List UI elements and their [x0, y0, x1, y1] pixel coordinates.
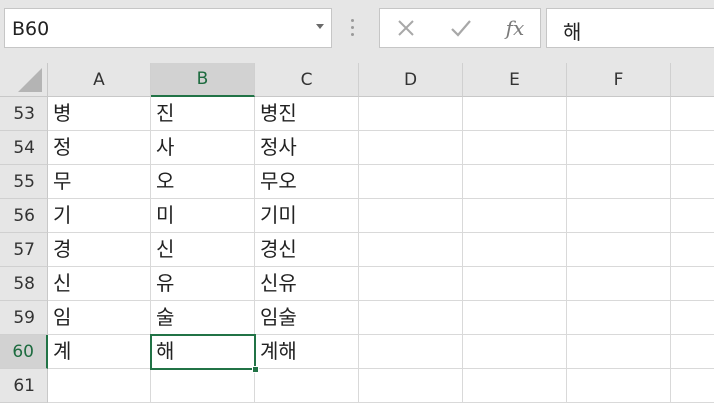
cell-b55[interactable]: 오	[151, 165, 255, 199]
row-header-56[interactable]: 56	[0, 199, 48, 233]
formula-bar-area: B60 fx 해	[0, 0, 714, 63]
cell-f54[interactable]	[567, 131, 671, 165]
cell-e60[interactable]	[463, 335, 567, 369]
cell-g60[interactable]	[671, 335, 714, 369]
cell-g59[interactable]	[671, 301, 714, 335]
formula-buttons: fx	[379, 8, 541, 48]
chevron-down-icon[interactable]	[316, 24, 324, 29]
cell-d55[interactable]	[359, 165, 463, 199]
cell-a61[interactable]	[48, 369, 151, 403]
row-header-55[interactable]: 55	[0, 165, 48, 199]
cell-c53[interactable]: 병진	[255, 97, 359, 131]
drag-handle-icon[interactable]	[351, 17, 355, 39]
select-all-icon	[18, 68, 42, 92]
close-icon	[398, 20, 414, 36]
column-header-c[interactable]: C	[255, 63, 359, 97]
cell-c59[interactable]: 임술	[255, 301, 359, 335]
cell-e61[interactable]	[463, 369, 567, 403]
row-header-54[interactable]: 54	[0, 131, 48, 165]
cell-d59[interactable]	[359, 301, 463, 335]
cell-b54[interactable]: 사	[151, 131, 255, 165]
select-all-button[interactable]	[0, 63, 48, 97]
cell-grid: 병 진 병진 정 사 정사 무 오 무오 기 미 기미 경 신 경신 신 유 신유 임 술 임술 계 해 계해	[48, 97, 714, 406]
cell-a58[interactable]: 신	[48, 267, 151, 301]
cell-g58[interactable]	[671, 267, 714, 301]
cell-b53[interactable]: 진	[151, 97, 255, 131]
cell-f58[interactable]	[567, 267, 671, 301]
fx-icon: fx	[505, 16, 525, 40]
cell-g55[interactable]	[671, 165, 714, 199]
cell-f55[interactable]	[567, 165, 671, 199]
cell-g53[interactable]	[671, 97, 714, 131]
cell-e54[interactable]	[463, 131, 567, 165]
cell-d54[interactable]	[359, 131, 463, 165]
cell-e56[interactable]	[463, 199, 567, 233]
row-header-58[interactable]: 58	[0, 267, 48, 301]
column-header-f[interactable]: F	[567, 63, 671, 97]
cell-c57[interactable]: 경신	[255, 233, 359, 267]
cell-f60[interactable]	[567, 335, 671, 369]
cell-c60[interactable]: 계해	[255, 335, 359, 369]
formula-value: 해	[563, 20, 582, 44]
cell-b57[interactable]: 신	[151, 233, 255, 267]
formula-input[interactable]: 해	[546, 8, 714, 48]
cell-d61[interactable]	[359, 369, 463, 403]
column-header-e[interactable]: E	[463, 63, 567, 97]
cell-e57[interactable]	[463, 233, 567, 267]
cell-g61[interactable]	[671, 369, 714, 403]
cell-f56[interactable]	[567, 199, 671, 233]
cell-d56[interactable]	[359, 199, 463, 233]
row-header-59[interactable]: 59	[0, 301, 48, 335]
cell-a55[interactable]: 무	[48, 165, 151, 199]
row-header-60[interactable]: 60	[0, 335, 48, 369]
column-header-b[interactable]: B	[151, 63, 255, 97]
cell-f59[interactable]	[567, 301, 671, 335]
name-box[interactable]: B60	[4, 8, 332, 48]
cell-g56[interactable]	[671, 199, 714, 233]
cell-a59[interactable]: 임	[48, 301, 151, 335]
row-header-61[interactable]: 61	[0, 369, 48, 403]
cell-e53[interactable]	[463, 97, 567, 131]
cell-d58[interactable]	[359, 267, 463, 301]
cell-b56[interactable]: 미	[151, 199, 255, 233]
cell-b60[interactable]: 해	[151, 335, 255, 369]
column-header-partial[interactable]	[671, 63, 714, 97]
cell-d53[interactable]	[359, 97, 463, 131]
cell-g54[interactable]	[671, 131, 714, 165]
cell-d60[interactable]	[359, 335, 463, 369]
cell-c54[interactable]: 정사	[255, 131, 359, 165]
cell-a56[interactable]: 기	[48, 199, 151, 233]
insert-function-button[interactable]: fx	[493, 9, 537, 47]
column-header-a[interactable]: A	[48, 63, 151, 97]
cell-d57[interactable]	[359, 233, 463, 267]
cell-a60[interactable]: 계	[48, 335, 151, 369]
name-box-value: B60	[12, 18, 50, 40]
enter-button[interactable]	[439, 9, 483, 47]
cell-f57[interactable]	[567, 233, 671, 267]
column-header-d[interactable]: D	[359, 63, 463, 97]
cell-b61[interactable]	[151, 369, 255, 403]
cell-a57[interactable]: 경	[48, 233, 151, 267]
cell-g57[interactable]	[671, 233, 714, 267]
row-header-53[interactable]: 53	[0, 97, 48, 131]
cell-a53[interactable]: 병	[48, 97, 151, 131]
cell-c55[interactable]: 무오	[255, 165, 359, 199]
cell-b59[interactable]: 술	[151, 301, 255, 335]
check-icon	[451, 20, 471, 37]
cell-f53[interactable]	[567, 97, 671, 131]
cell-c58[interactable]: 신유	[255, 267, 359, 301]
cell-f61[interactable]	[567, 369, 671, 403]
cancel-button[interactable]	[384, 9, 428, 47]
cell-e58[interactable]	[463, 267, 567, 301]
cell-e55[interactable]	[463, 165, 567, 199]
row-header-57[interactable]: 57	[0, 233, 48, 267]
fill-handle[interactable]	[252, 366, 259, 373]
cell-b58[interactable]: 유	[151, 267, 255, 301]
cell-c56[interactable]: 기미	[255, 199, 359, 233]
cell-e59[interactable]	[463, 301, 567, 335]
cell-a54[interactable]: 정	[48, 131, 151, 165]
cell-c61[interactable]	[255, 369, 359, 403]
